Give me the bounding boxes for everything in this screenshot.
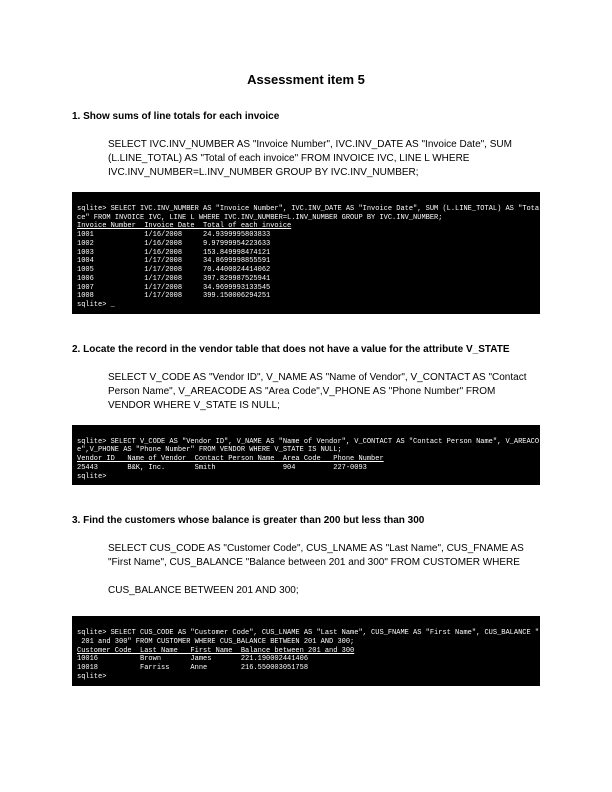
q3-heading: 3. Find the customers whose balance is g… [72, 515, 540, 526]
q2-shot-header: Vendor ID Name of Vendor Contact Person … [77, 455, 384, 463]
q1-sql: SELECT IVC.INV_NUMBER AS "Invoice Number… [108, 138, 540, 180]
q2-sql: SELECT V_CODE AS "Vendor ID", V_NAME AS … [108, 371, 540, 413]
q1-row: 1002 1/16/2008 9.97999954223633 [77, 240, 270, 248]
q1-shot-line: sqlite> SELECT IVC.INV_NUMBER AS "Invoic… [77, 205, 540, 213]
q3-shot-line: sqlite> SELECT CUS_CODE AS "Customer Cod… [77, 629, 540, 637]
q2-prompt: sqlite> [77, 473, 106, 481]
q1-row: 1008 1/17/2008 399.150006294251 [77, 292, 270, 300]
q3-shot-header: Customer Code Last Name First Name Balan… [77, 647, 354, 655]
q3-shot-line: 201 and 300" FROM CUSTOMER WHERE CUS_BAL… [77, 638, 354, 646]
q3-screenshot: sqlite> SELECT CUS_CODE AS "Customer Cod… [72, 616, 540, 685]
q1-shot-header: Invoice Number Invoice Date Total of eac… [77, 222, 291, 230]
q3-sql: SELECT CUS_CODE AS "Customer Code", CUS_… [108, 542, 540, 598]
q2-screenshot: sqlite> SELECT V_CODE AS "Vendor ID", V_… [72, 425, 540, 486]
q1-screenshot: sqlite> SELECT IVC.INV_NUMBER AS "Invoic… [72, 192, 540, 314]
q1-heading: 1. Show sums of line totals for each inv… [72, 111, 540, 122]
q1-prompt: sqlite> _ [77, 301, 115, 309]
q1-row: 1006 1/17/2008 397.829987525941 [77, 275, 270, 283]
q2-row: 25443 B&K, Inc. Smith 904 227-0093 [77, 464, 367, 472]
q3-prompt: sqlite> [77, 673, 106, 681]
q2-heading: 2. Locate the record in the vendor table… [72, 344, 540, 355]
q3-row: 10018 Farriss Anne 216.550003051758 [77, 664, 308, 672]
q1-row: 1005 1/17/2008 70.4400024414062 [77, 266, 270, 274]
q3-row: 10016 Brown James 221.190002441406 [77, 655, 308, 663]
q2-shot-line: sqlite> SELECT V_CODE AS "Vendor ID", V_… [77, 438, 540, 446]
q3-sql-line: CUS_BALANCE BETWEEN 201 AND 300; [108, 585, 299, 596]
q1-shot-line: ce" FROM INVOICE IVC, LINE L WHERE IVC.I… [77, 214, 442, 222]
q1-row: 1007 1/17/2008 34.9699993133545 [77, 284, 270, 292]
q1-row: 1001 1/16/2008 24.9399995803833 [77, 231, 270, 239]
q2-shot-line: e",V_PHONE AS "Phone Number" FROM VENDOR… [77, 446, 342, 454]
q1-row: 1004 1/17/2008 34.8699998855591 [77, 257, 270, 265]
q1-row: 1003 1/16/2008 153.849998474121 [77, 249, 270, 257]
page-title: Assessment item 5 [72, 72, 540, 87]
q3-sql-line: SELECT CUS_CODE AS "Customer Code", CUS_… [108, 543, 524, 568]
